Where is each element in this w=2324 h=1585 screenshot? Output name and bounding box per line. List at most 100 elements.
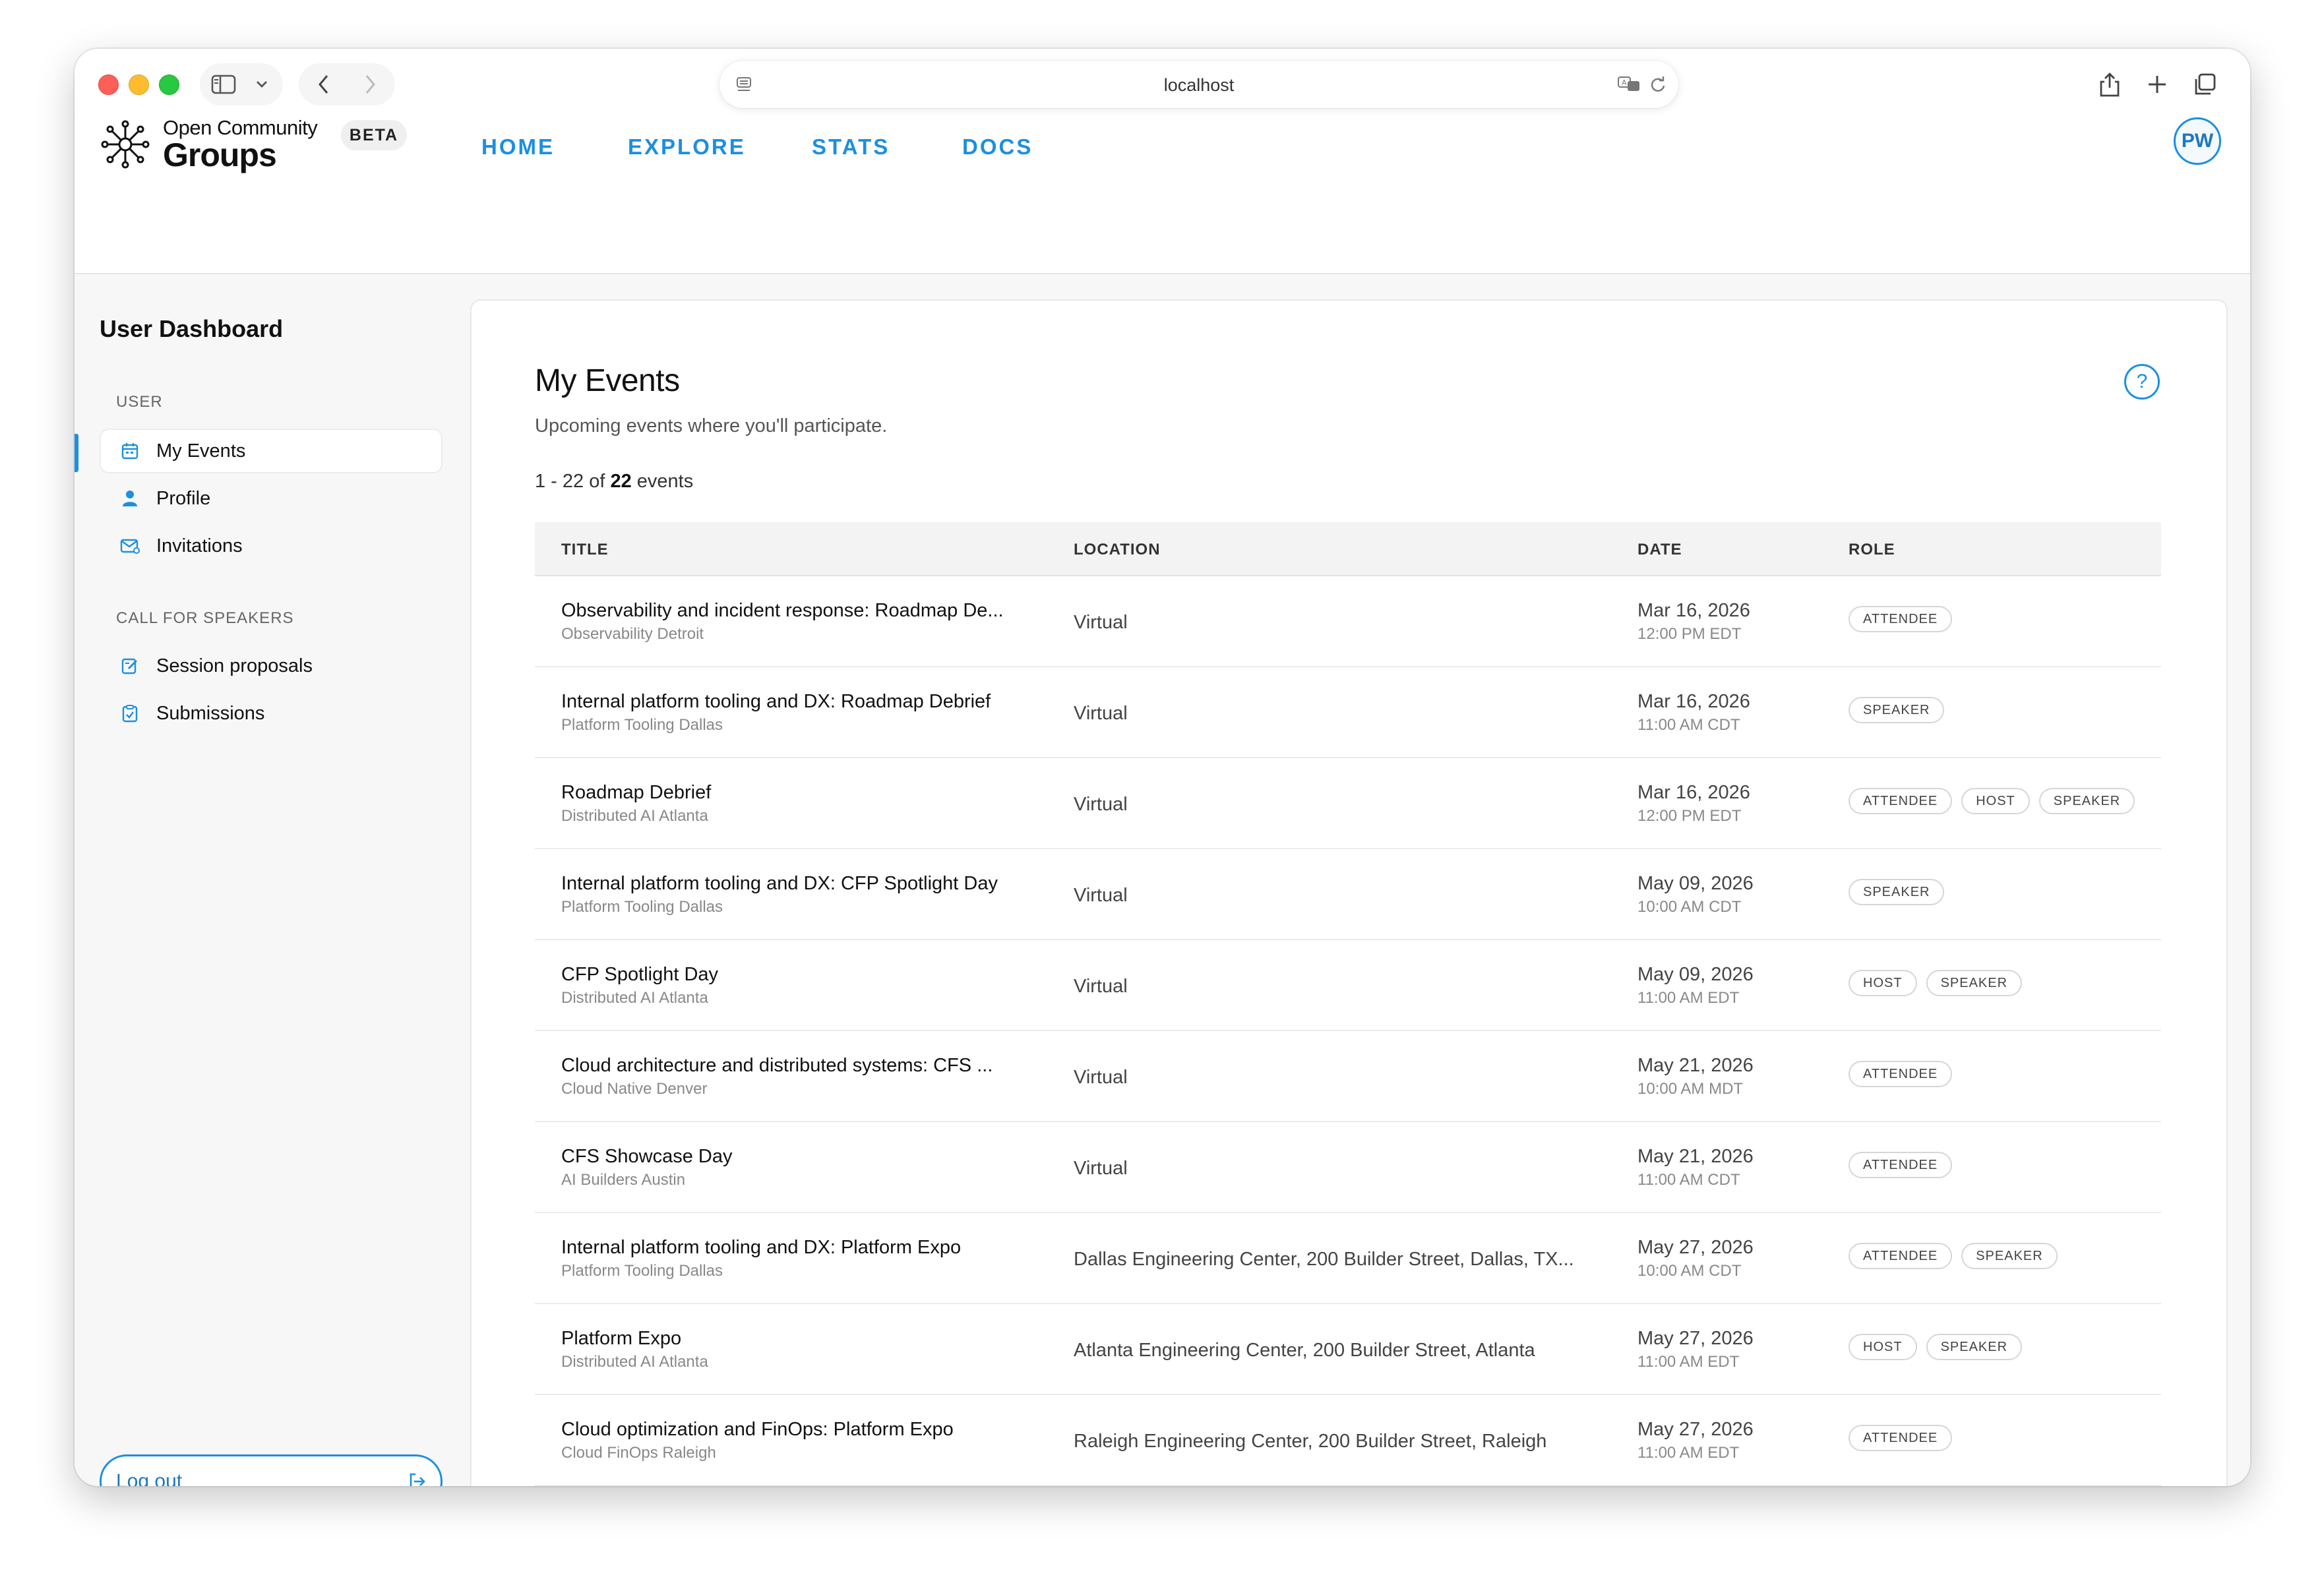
role-badge: ATTENDEE bbox=[1849, 788, 1953, 814]
sidebar-item-profile[interactable]: Profile bbox=[101, 477, 441, 520]
role-badges: ATTENDEE bbox=[1849, 1152, 1953, 1178]
sidebar-item-my-events[interactable]: My Events bbox=[101, 430, 441, 472]
events-panel: My Events Upcoming events where you'll p… bbox=[470, 299, 2228, 1486]
event-time: 10:00 AM MDT bbox=[1637, 1080, 1744, 1098]
event-group-name: Observability Detroit bbox=[561, 625, 704, 643]
nav-home[interactable]: HOME bbox=[481, 135, 555, 160]
event-date: May 27, 2026 bbox=[1637, 1419, 1754, 1440]
event-location: Virtual bbox=[1074, 1067, 1128, 1088]
role-badges: ATTENDEE HOST SPEAKER bbox=[1849, 788, 2135, 814]
event-location: Atlanta Engineering Center, 200 Builder … bbox=[1074, 1340, 1535, 1361]
count-prefix: 1 - 22 of bbox=[535, 471, 605, 492]
event-title-link[interactable]: CFP Spotlight Day bbox=[561, 964, 718, 986]
event-title-link[interactable]: Cloud optimization and FinOps: Platform … bbox=[561, 1419, 954, 1441]
role-badges: SPEAKER bbox=[1849, 879, 1945, 905]
event-title-link[interactable]: Roadmap Debrief bbox=[561, 782, 711, 804]
event-date: Mar 16, 2026 bbox=[1637, 691, 1750, 712]
nav-explore[interactable]: EXPLORE bbox=[628, 135, 746, 160]
logout-label: Log out bbox=[116, 1470, 183, 1486]
dashboard-content: User Dashboard USER My Events Profile In… bbox=[75, 274, 2250, 1486]
event-date: May 21, 2026 bbox=[1637, 1146, 1754, 1167]
role-badges: ATTENDEE bbox=[1849, 1425, 1953, 1451]
role-badge: ATTENDEE bbox=[1849, 1061, 1953, 1087]
event-group-name: Distributed AI Atlanta bbox=[561, 1353, 708, 1371]
event-title-link[interactable]: Platform Expo bbox=[561, 1328, 681, 1350]
active-indicator bbox=[75, 434, 78, 472]
community-logo-icon[interactable] bbox=[98, 117, 152, 171]
events-table: TITLE LOCATION DATE ROLE Observability a… bbox=[535, 522, 2161, 1486]
nav-docs[interactable]: DOCS bbox=[962, 135, 1033, 160]
event-date: May 21, 2026 bbox=[1637, 1055, 1754, 1076]
event-location: Dallas Engineering Center, 200 Builder S… bbox=[1074, 1249, 1574, 1270]
event-date: May 09, 2026 bbox=[1637, 964, 1754, 985]
logout-button[interactable]: Log out bbox=[100, 1454, 443, 1486]
user-avatar[interactable]: PW bbox=[2174, 117, 2221, 165]
event-time: 11:00 AM EDT bbox=[1637, 989, 1740, 1007]
event-date: May 27, 2026 bbox=[1637, 1328, 1754, 1349]
column-header-location: LOCATION bbox=[1074, 541, 1161, 558]
table-row[interactable]: Internal platform tooling and DX: Roadma… bbox=[535, 667, 2161, 758]
event-date: Mar 16, 2026 bbox=[1637, 782, 1750, 803]
event-title-link[interactable]: Internal platform tooling and DX: CFP Sp… bbox=[561, 873, 998, 895]
role-badge: HOST bbox=[1849, 1334, 1917, 1360]
column-header-date: DATE bbox=[1637, 541, 1682, 558]
table-row[interactable]: Roadmap Debrief Distributed AI Atlanta Vir… bbox=[535, 758, 2161, 849]
sidebar-item-session-proposals[interactable]: Session proposals bbox=[101, 645, 441, 687]
role-badge: HOST bbox=[1849, 970, 1917, 996]
event-time: 11:00 AM EDT bbox=[1637, 1444, 1740, 1462]
role-badge: SPEAKER bbox=[1849, 879, 1945, 905]
event-location: Virtual bbox=[1074, 1158, 1128, 1179]
event-group-name: Platform Tooling Dallas bbox=[561, 898, 723, 916]
role-badge: HOST bbox=[1961, 788, 2030, 814]
help-button[interactable]: ? bbox=[2124, 364, 2160, 400]
event-title-link[interactable]: Internal platform tooling and DX: Roadma… bbox=[561, 691, 991, 713]
app-header: Open Community Groups BETA HOME EXPLORE … bbox=[75, 49, 2250, 274]
event-title-link[interactable]: CFS Showcase Day bbox=[561, 1146, 733, 1168]
event-group-name: Distributed AI Atlanta bbox=[561, 807, 708, 825]
calendar-icon bbox=[119, 440, 140, 462]
role-badges: ATTENDEE bbox=[1849, 1061, 1953, 1087]
table-row[interactable]: CFS Showcase Day AI Builders Austin Virtua… bbox=[535, 1122, 2161, 1213]
event-location: Virtual bbox=[1074, 794, 1128, 815]
table-row[interactable]: Cloud optimization and FinOps: Platform … bbox=[535, 1395, 2161, 1486]
event-location: Virtual bbox=[1074, 612, 1128, 633]
table-row[interactable]: Internal platform tooling and DX: CFP Sp… bbox=[535, 849, 2161, 940]
person-icon bbox=[119, 488, 140, 509]
sidebar-item-submissions[interactable]: Submissions bbox=[101, 692, 441, 734]
count-total: 22 bbox=[610, 471, 632, 492]
page-title: My Events bbox=[535, 363, 680, 398]
site-header: Open Community Groups BETA HOME EXPLORE … bbox=[75, 116, 2250, 274]
table-row[interactable]: CFP Spotlight Day Distributed AI Atlanta V… bbox=[535, 940, 2161, 1031]
role-badge: SPEAKER bbox=[2038, 788, 2135, 814]
clipboard-check-icon bbox=[119, 703, 140, 724]
column-header-title: TITLE bbox=[561, 541, 609, 558]
table-row[interactable]: Observability and incident response: Roa… bbox=[535, 576, 2161, 667]
event-time: 11:00 AM EDT bbox=[1637, 1353, 1740, 1371]
event-group-name: Platform Tooling Dallas bbox=[561, 1262, 723, 1280]
nav-stats[interactable]: STATS bbox=[812, 135, 890, 160]
event-location: Raleigh Engineering Center, 200 Builder … bbox=[1074, 1431, 1547, 1452]
role-badges: HOST SPEAKER bbox=[1849, 1334, 2023, 1360]
logout-icon bbox=[410, 1473, 425, 1486]
table-row[interactable]: Cloud architecture and distributed syste… bbox=[535, 1031, 2161, 1122]
sidebar-item-label: Session proposals bbox=[156, 655, 313, 676]
table-row[interactable]: Platform Expo Distributed AI Atlanta Atlan… bbox=[535, 1304, 2161, 1395]
event-date: May 09, 2026 bbox=[1637, 873, 1754, 894]
table-body: Observability and incident response: Roa… bbox=[535, 576, 2161, 1486]
role-badges: ATTENDEE SPEAKER bbox=[1849, 1243, 2058, 1269]
page-subtitle: Upcoming events where you'll participate… bbox=[535, 415, 888, 436]
envelope-icon bbox=[119, 535, 140, 556]
table-row[interactable]: Internal platform tooling and DX: Platfo… bbox=[535, 1213, 2161, 1304]
event-title-link[interactable]: Observability and incident response: Roa… bbox=[561, 600, 1004, 622]
sidebar-item-label: Submissions bbox=[156, 702, 265, 724]
event-group-name: AI Builders Austin bbox=[561, 1171, 686, 1189]
event-title-link[interactable]: Cloud architecture and distributed syste… bbox=[561, 1055, 993, 1077]
role-badge: SPEAKER bbox=[1926, 1334, 2023, 1360]
role-badge: ATTENDEE bbox=[1849, 1425, 1953, 1451]
role-badges: ATTENDEE bbox=[1849, 606, 1953, 632]
event-title-link[interactable]: Internal platform tooling and DX: Platfo… bbox=[561, 1237, 961, 1259]
sidebar-item-invitations[interactable]: Invitations bbox=[101, 525, 441, 567]
event-time: 10:00 AM CDT bbox=[1637, 898, 1742, 916]
logo-text-bottom[interactable]: Groups bbox=[163, 136, 277, 174]
event-location: Virtual bbox=[1074, 703, 1128, 724]
